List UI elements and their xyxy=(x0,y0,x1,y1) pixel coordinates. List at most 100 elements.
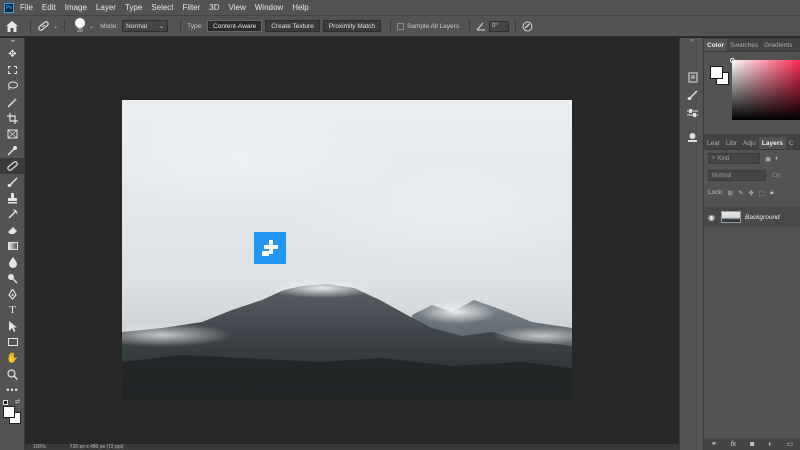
layers-panel-tabs: Lear Libr Adju Layers C xyxy=(704,134,800,150)
move-tool[interactable]: ✥ xyxy=(0,46,25,62)
chevron-down-icon: ⌄ xyxy=(159,23,165,30)
zoom-icon xyxy=(7,368,18,380)
brush-preset-picker[interactable]: 20 xyxy=(75,18,86,34)
menu-layer[interactable]: Layer xyxy=(96,3,116,12)
lock-artboard-icon[interactable]: ⬚ xyxy=(759,189,765,197)
history-brush-icon xyxy=(8,209,18,219)
layer-style-icon[interactable]: fx xyxy=(731,441,736,448)
menu-edit[interactable]: Edit xyxy=(42,3,56,12)
expand-panels-icon[interactable]: » xyxy=(680,38,703,50)
pressure-icon[interactable] xyxy=(522,21,533,32)
swap-colors-icon[interactable]: ⇄ xyxy=(15,398,20,405)
filter-pixel-icon[interactable]: ▣ xyxy=(765,155,771,163)
brush-tool[interactable] xyxy=(0,174,25,190)
spot-healing-brush-tool[interactable] xyxy=(0,158,25,174)
libraries-panel-button[interactable] xyxy=(680,128,705,146)
gradient-tool[interactable] xyxy=(0,238,25,254)
blur-tool[interactable] xyxy=(0,254,25,270)
libraries-icon xyxy=(688,132,697,142)
menu-window[interactable]: Window xyxy=(255,3,283,12)
menu-filter[interactable]: Filter xyxy=(183,3,201,12)
divider xyxy=(469,19,471,33)
lock-all-icon[interactable]: 🔒︎ xyxy=(770,189,773,197)
color-picker-field[interactable] xyxy=(732,60,800,120)
lock-position-icon[interactable]: ✥ xyxy=(748,189,753,197)
proximity-match-button[interactable]: Proximity Match xyxy=(322,20,382,32)
clone-stamp-tool[interactable] xyxy=(0,190,25,206)
tab-gradients[interactable]: Gradients xyxy=(761,39,795,51)
divider xyxy=(390,19,392,33)
properties-panel-button[interactable] xyxy=(680,68,705,86)
tab-learn[interactable]: Lear xyxy=(704,137,723,149)
tab-libraries[interactable]: Libr xyxy=(723,137,740,149)
default-colors-icon[interactable] xyxy=(3,400,8,405)
filter-adjustment-icon[interactable]: ◐ xyxy=(775,155,779,162)
pen-tool[interactable] xyxy=(0,286,25,302)
tab-color[interactable]: Color xyxy=(704,39,727,51)
eraser-tool[interactable] xyxy=(0,222,25,238)
pen-icon xyxy=(8,288,17,300)
tab-swatches[interactable]: Swatches xyxy=(727,39,761,51)
eyedropper-tool[interactable] xyxy=(0,142,25,158)
mode-select[interactable]: Normal ⌄ xyxy=(122,20,169,32)
create-texture-button[interactable]: Create Texture xyxy=(265,20,320,32)
rectangle-icon xyxy=(7,338,18,346)
crop-tool[interactable] xyxy=(0,110,25,126)
menu-3d[interactable]: 3D xyxy=(209,3,219,12)
rectangle-tool[interactable] xyxy=(0,334,25,350)
lock-transparent-icon[interactable]: ⊞ xyxy=(728,189,733,197)
edit-toolbar-button[interactable]: ••• xyxy=(0,382,25,398)
tool-preset-picker[interactable]: ⌄ xyxy=(37,20,58,32)
content-aware-button[interactable]: Content-Aware xyxy=(207,20,263,32)
layers-footer: ⚭ fx ◙ ◐ ▭ xyxy=(704,438,800,450)
document-canvas[interactable] xyxy=(122,100,572,400)
frame-tool[interactable] xyxy=(0,126,25,142)
layer-kind-filter[interactable]: ⌕ Kind xyxy=(708,153,760,164)
dodge-tool[interactable] xyxy=(0,270,25,286)
tab-layers[interactable]: Layers xyxy=(758,137,786,149)
new-adjustment-icon[interactable]: ◐ xyxy=(768,441,772,448)
magic-wand-tool[interactable] xyxy=(0,94,25,110)
marquee-tool[interactable] xyxy=(0,62,25,78)
menu-view[interactable]: View xyxy=(229,3,246,12)
type-label: Type: xyxy=(187,22,204,30)
zoom-level[interactable]: 100% xyxy=(33,444,46,450)
add-mask-icon[interactable]: ◙ xyxy=(750,441,754,448)
hand-tool[interactable]: ✋ xyxy=(0,350,25,366)
menu-select[interactable]: Select xyxy=(151,3,173,12)
tools-panel: ◂◂ ✥ T ✋ ••• ⇄ xyxy=(0,38,25,450)
blend-mode-select[interactable]: Normal xyxy=(708,170,766,181)
layer-name[interactable]: Background xyxy=(745,214,780,221)
link-layers-icon[interactable]: ⚭ xyxy=(711,440,717,448)
eye-icon[interactable]: ◉ xyxy=(708,213,715,222)
chevron-down-icon[interactable]: ⌄ xyxy=(89,23,94,30)
new-group-icon[interactable]: ▭ xyxy=(786,440,793,448)
angle-input[interactable]: 0° xyxy=(489,20,510,32)
menu-help[interactable]: Help xyxy=(292,3,308,12)
layer-row-background[interactable]: ◉ Background xyxy=(704,207,800,227)
type-tool[interactable]: T xyxy=(0,302,25,318)
zoom-tool[interactable] xyxy=(0,366,25,382)
menu-image[interactable]: Image xyxy=(65,3,87,12)
color-swatches[interactable]: ⇄ xyxy=(0,398,24,426)
menu-type[interactable]: Type xyxy=(125,3,142,12)
path-selection-tool[interactable] xyxy=(0,318,25,334)
foreground-color-chip[interactable] xyxy=(710,66,723,79)
tab-channels[interactable]: C xyxy=(786,137,797,149)
lock-pixels-icon[interactable]: ✎ xyxy=(738,189,743,197)
sample-all-layers-checkbox[interactable] xyxy=(397,22,405,30)
marquee-icon xyxy=(8,66,17,74)
brushes-panel-button[interactable] xyxy=(680,86,705,104)
toolbar-collapse-icon[interactable]: ◂◂ xyxy=(0,38,24,46)
foreground-color-swatch[interactable] xyxy=(3,406,15,418)
healing-plus-icon xyxy=(262,240,278,256)
tab-adjustments[interactable]: Adju xyxy=(740,137,759,149)
more-icon: ••• xyxy=(6,385,19,395)
history-brush-tool[interactable] xyxy=(0,206,25,222)
photoshop-logo: Ps xyxy=(4,2,14,13)
lasso-tool[interactable] xyxy=(0,78,25,94)
adjustments-panel-button[interactable] xyxy=(680,104,705,122)
home-button[interactable] xyxy=(0,16,24,36)
menu-file[interactable]: File xyxy=(20,3,33,12)
color-picker-marker[interactable] xyxy=(730,58,735,63)
